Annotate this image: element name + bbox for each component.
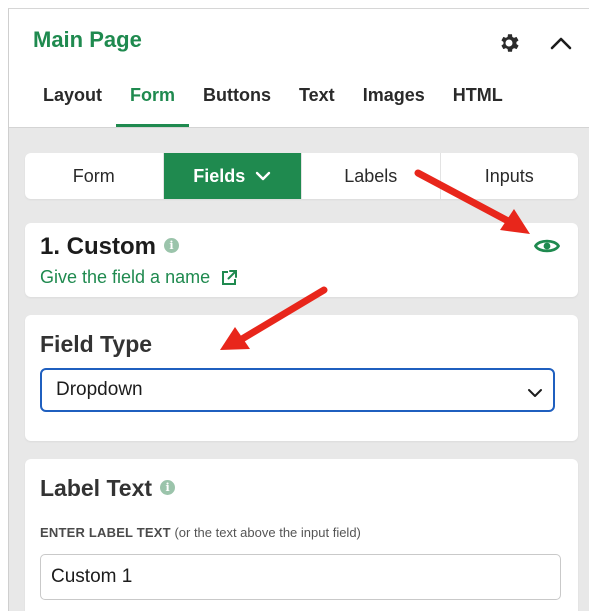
panel-title: Main Page xyxy=(33,27,142,52)
sub-tabs: Form Fields Labels Inputs xyxy=(25,153,578,199)
info-icon[interactable]: i xyxy=(160,480,176,496)
subtab-inputs-label: Inputs xyxy=(484,165,534,186)
subtab-inputs[interactable]: Inputs xyxy=(441,153,579,199)
label-text-heading: Label Text i xyxy=(40,475,176,502)
label-text-card: Label Text i ENTER LABEL TEXT (or the tex… xyxy=(25,459,578,611)
field-type-card: Field Type Dropdown xyxy=(25,315,578,441)
subtab-labels-label: Labels xyxy=(344,165,398,186)
eye-icon[interactable] xyxy=(533,235,561,257)
chevron-down-icon xyxy=(527,382,543,404)
panel-header: Main Page Layout Form Buttons Text Image… xyxy=(9,9,589,128)
field-heading: 1. Custom i xyxy=(40,233,180,261)
main-tabs: Layout Form Buttons Text Images HTML xyxy=(29,81,517,127)
tab-text[interactable]: Text xyxy=(285,81,349,123)
settings-panel: Main Page Layout Form Buttons Text Image… xyxy=(8,8,589,611)
subtab-labels[interactable]: Labels xyxy=(302,153,441,199)
field-card: 1. Custom i Give the field a name xyxy=(25,223,578,297)
field-name-link[interactable]: Give the field a name xyxy=(40,267,238,288)
tab-layout[interactable]: Layout xyxy=(29,81,116,123)
label-caption: ENTER LABEL TEXT (or the text above the … xyxy=(40,525,361,540)
field-type-select[interactable]: Dropdown xyxy=(40,368,555,412)
field-type-heading: Field Type xyxy=(40,331,153,357)
tab-buttons[interactable]: Buttons xyxy=(189,81,285,123)
subtab-form[interactable]: Form xyxy=(25,153,164,199)
field-name-link-text: Give the field a name xyxy=(40,267,211,287)
chevron-up-icon[interactable] xyxy=(547,29,575,57)
label-caption-rest: (or the text above the input field) xyxy=(174,525,361,540)
tab-form[interactable]: Form xyxy=(116,81,190,127)
label-text-input[interactable] xyxy=(40,554,561,600)
info-icon[interactable]: i xyxy=(164,238,180,254)
subtab-fields-label: Fields xyxy=(193,165,246,186)
chevron-down-icon xyxy=(255,171,271,181)
tab-html[interactable]: HTML xyxy=(439,81,517,123)
tab-images[interactable]: Images xyxy=(349,81,439,123)
subtab-fields[interactable]: Fields xyxy=(163,153,302,199)
field-heading-text: 1. Custom xyxy=(40,233,157,260)
label-text-heading-text: Label Text xyxy=(40,475,153,501)
label-caption-strong: ENTER LABEL TEXT xyxy=(40,525,171,540)
gear-icon[interactable] xyxy=(495,29,523,57)
subtab-form-label: Form xyxy=(72,165,115,186)
field-type-value: Dropdown xyxy=(56,379,143,400)
external-link-icon xyxy=(210,269,238,287)
